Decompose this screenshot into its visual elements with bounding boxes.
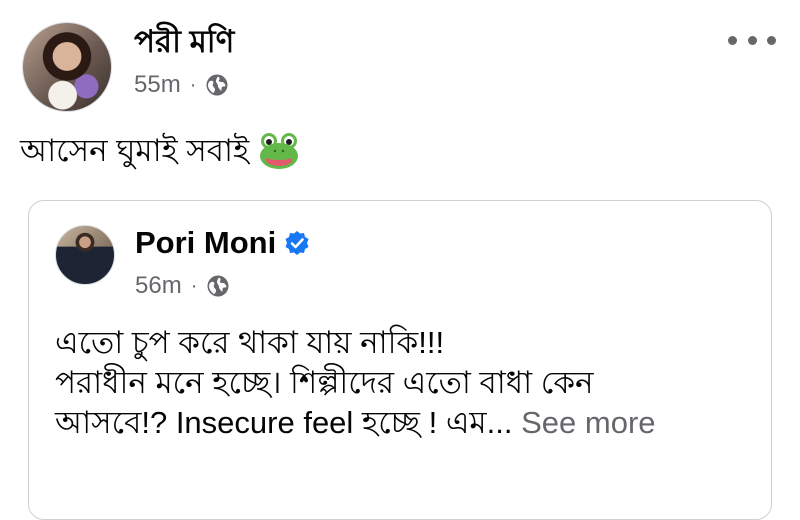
shared-post-text: এতো চুপ করে থাকা যায় নাকি!!! পরাধীন মনে… [55,323,751,443]
frog-emoji-icon [260,133,299,169]
shared-author-name[interactable]: Pori Moni [135,223,276,263]
shared-avatar[interactable] [55,225,115,285]
globe-icon[interactable] [206,274,230,298]
meta-separator: · [190,275,198,297]
post-timestamp[interactable]: 55m [134,70,181,100]
shared-timestamp[interactable]: 56m [135,271,182,301]
shared-text-line: আসবে!? Insecure feel হচ্ছে ! এম... [55,405,513,440]
post-header: পরী মণি 55m · [22,20,780,112]
shared-post-meta: 56m · [135,271,230,301]
see-more-link[interactable]: See more [521,405,655,440]
post-text-container: আসেন ঘুমাই সবাই [20,130,299,172]
shared-author: Pori Moni [135,223,310,263]
shared-text-line: এতো চুপ করে থাকা যায় নাকি!!! [55,325,445,360]
author-name[interactable]: পরী মণি [134,22,234,62]
more-options-icon [728,35,737,45]
shared-post-card[interactable]: Pori Moni 56m · এতো চুপ করে থাকা যায় না… [28,200,772,520]
more-options-button[interactable] [728,28,776,52]
shared-text-line-last: আসবে!? Insecure feel হচ্ছে ! এম... See m… [55,403,751,443]
post-meta: 55m · [134,70,229,100]
avatar[interactable] [22,22,112,112]
post-text: আসেন ঘুমাই সবাই [20,133,250,168]
meta-separator: · [189,74,197,96]
verified-badge-icon [285,231,309,255]
shared-text-line: পরাধীন মনে হচ্ছে। শিল্পীদের এতো বাধা কেন [55,365,594,400]
more-options-icon [767,35,776,45]
globe-icon[interactable] [205,73,229,97]
more-options-icon [747,35,757,45]
